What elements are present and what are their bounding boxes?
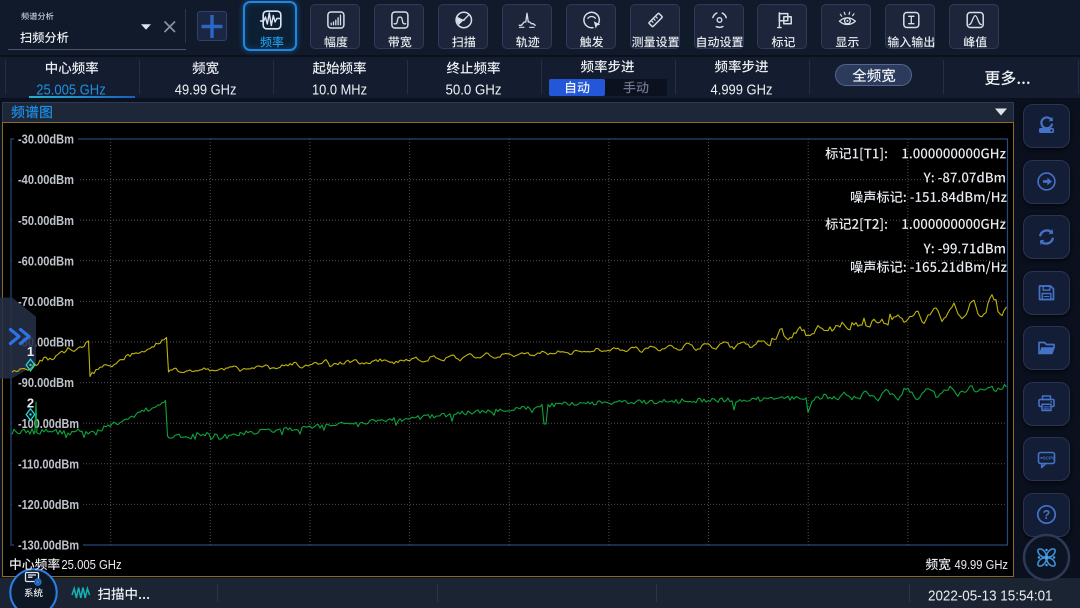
svg-text:10.0 MHz: 10.0 MHz — [312, 81, 367, 98]
svg-text:-50.00dBm: -50.00dBm — [18, 213, 74, 228]
svg-text:SCPI: SCPI — [1042, 456, 1054, 462]
svg-text:-100.00dBm: -100.00dBm — [18, 416, 79, 431]
svg-text:2022-05-13 15:54:01: 2022-05-13 15:54:01 — [928, 587, 1053, 604]
svg-text:50.0 GHz: 50.0 GHz — [446, 81, 502, 98]
svg-text:49.99 GHz: 49.99 GHz — [175, 81, 237, 98]
svg-text:-70.00dBm: -70.00dBm — [18, 294, 74, 309]
svg-text:?: ? — [1043, 508, 1051, 522]
svg-text:25.005 GHz: 25.005 GHz — [36, 81, 105, 98]
svg-text:2: 2 — [27, 396, 34, 411]
svg-text:-60.00dBm: -60.00dBm — [18, 253, 74, 268]
svg-text:-120.00dBm: -120.00dBm — [18, 497, 79, 512]
svg-text:-40.00dBm: -40.00dBm — [18, 172, 74, 187]
svg-text:-130.00dBm: -130.00dBm — [18, 538, 79, 553]
svg-text:25.005 GHz: 25.005 GHz — [61, 558, 121, 572]
svg-text:49.99 GHz: 49.99 GHz — [955, 558, 1009, 572]
svg-text:-30.00dBm: -30.00dBm — [18, 132, 74, 147]
svg-text:-90.00dBm: -90.00dBm — [18, 375, 74, 390]
svg-text:4.999 GHz: 4.999 GHz — [711, 81, 773, 98]
svg-text:-110.00dBm: -110.00dBm — [18, 456, 79, 471]
svg-text:1: 1 — [27, 344, 34, 359]
